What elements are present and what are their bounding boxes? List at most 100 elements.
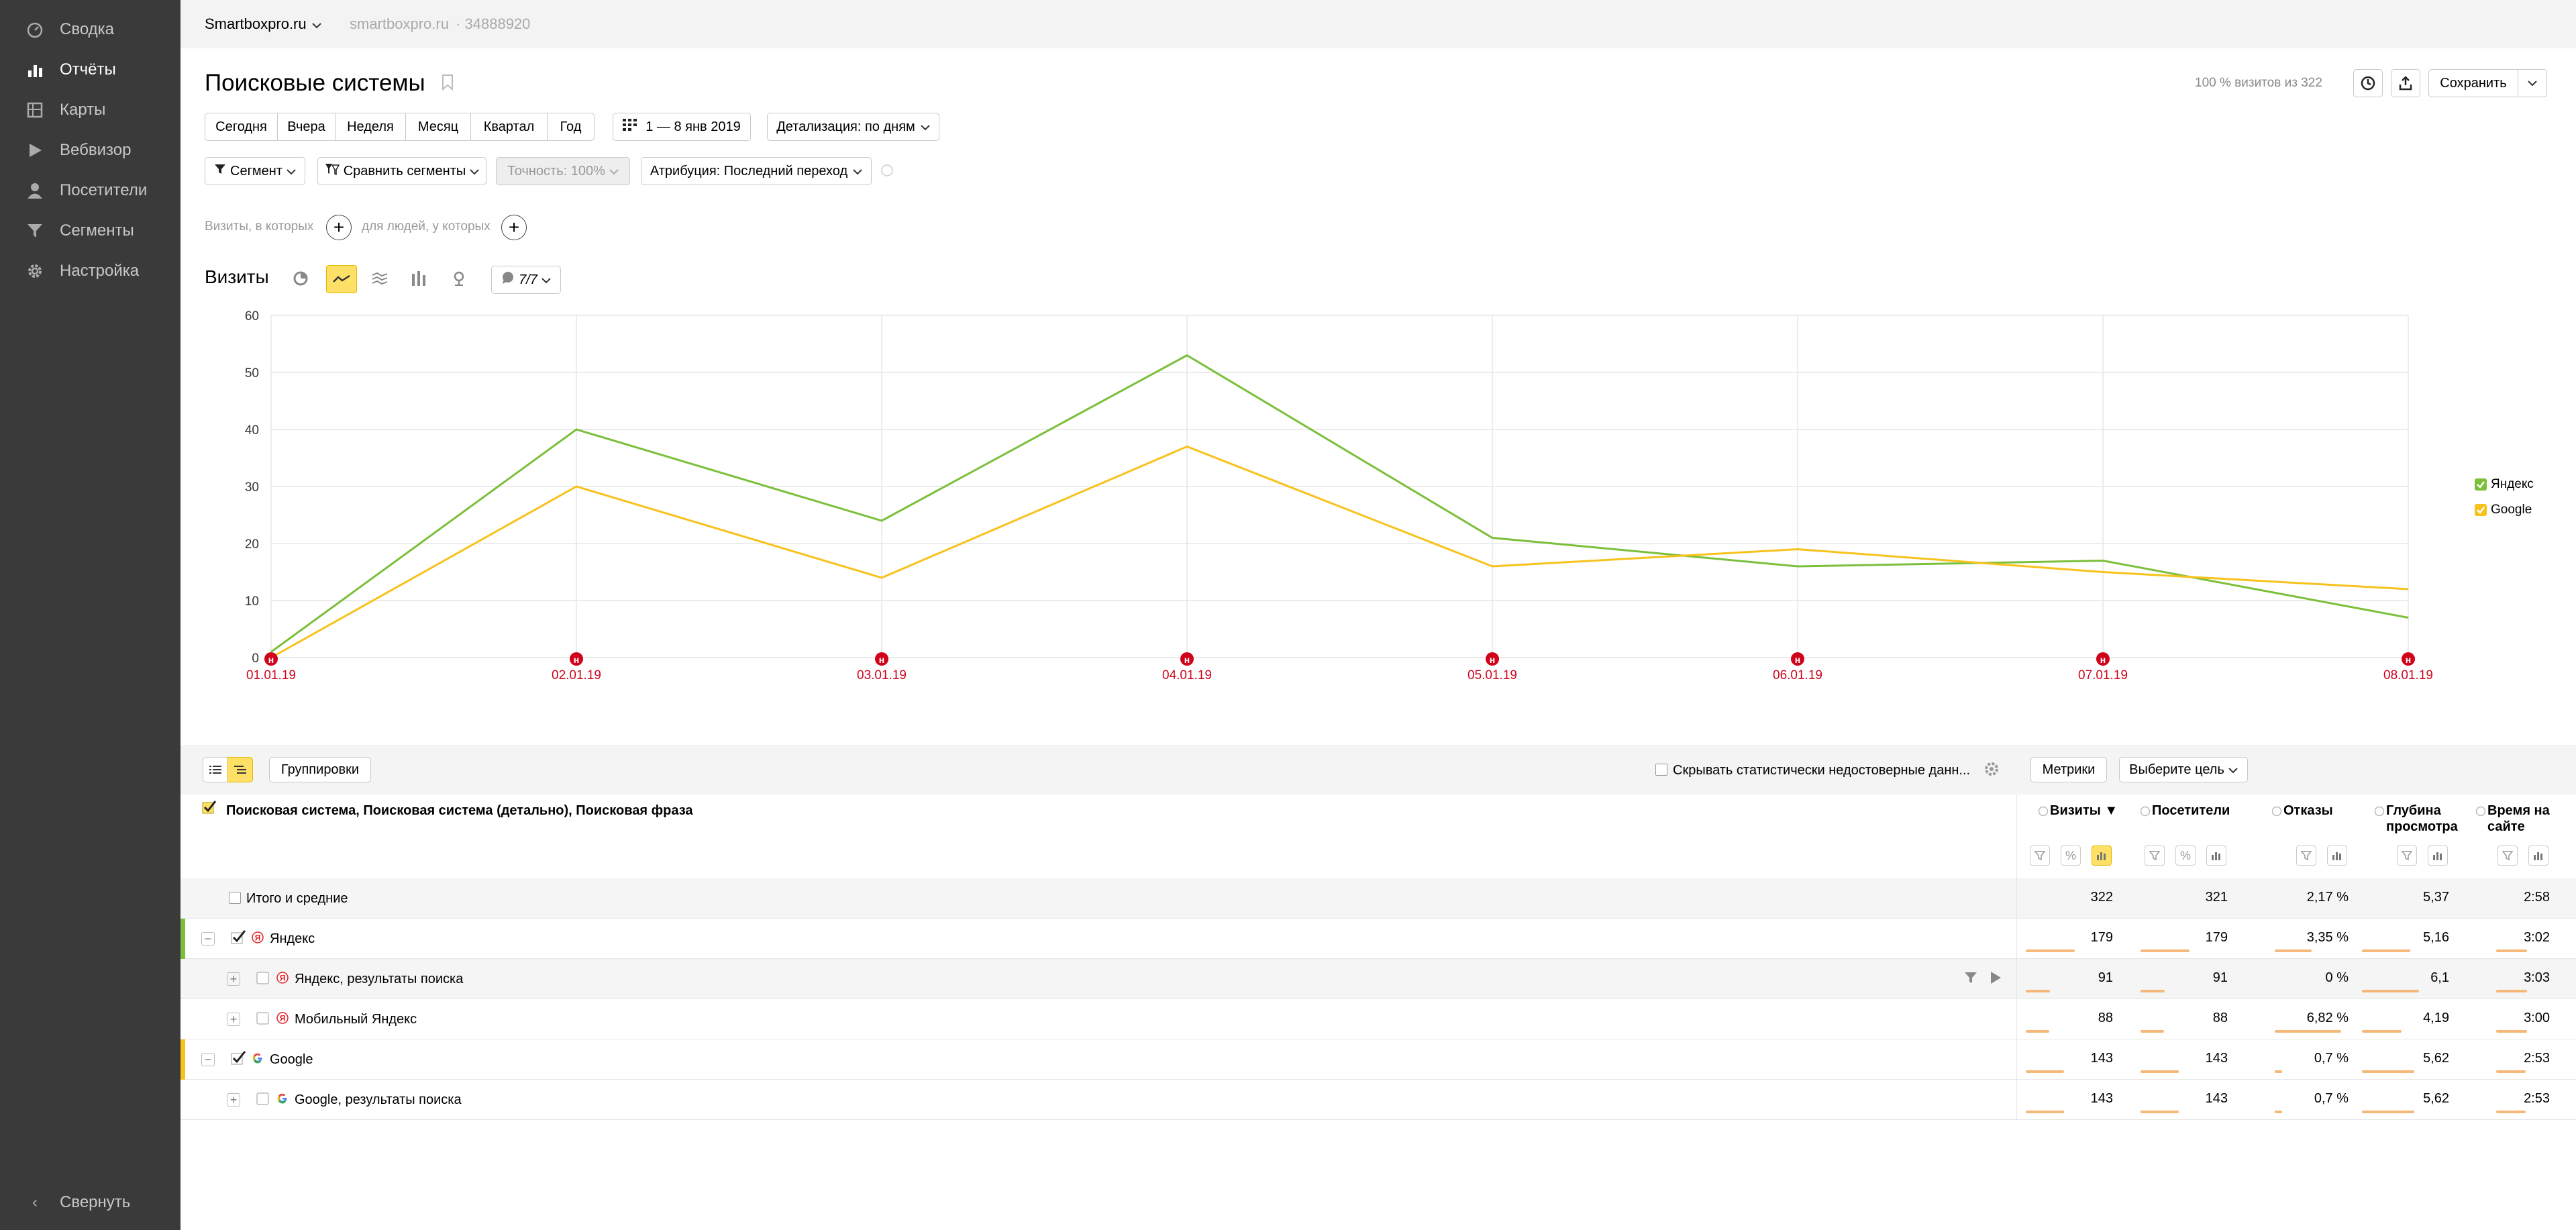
table-row[interactable]: + Я Яндекс, результаты поиска 91 91 0 % 6,1 3:0… (181, 959, 2576, 999)
export-button[interactable] (2391, 69, 2420, 97)
table-row[interactable]: − Я Яндекс 179 179 3,35 % 5,16 3:02 (181, 919, 2576, 959)
save-button[interactable]: Сохранить (2428, 69, 2518, 97)
column-help-icon[interactable] (2475, 805, 2486, 821)
metrics-button[interactable]: Метрики (2030, 757, 2107, 782)
column-header[interactable]: Посетители (2152, 803, 2266, 819)
data-point (1492, 537, 1493, 538)
goal-select[interactable]: Выберите цель (2119, 757, 2248, 782)
save-options-button[interactable] (2518, 69, 2547, 97)
column-bars-icon[interactable] (2428, 845, 2448, 866)
column-bars-icon[interactable] (2528, 845, 2548, 866)
sidebar-item-webvisor[interactable]: Вебвизор (25, 136, 131, 165)
map-pin-type-icon[interactable] (449, 268, 469, 289)
segment-button[interactable]: Сегмент (205, 157, 305, 185)
sidebar-item-settings[interactable]: Настройка (25, 256, 139, 286)
column-header[interactable]: Время на сайте (2487, 803, 2561, 835)
bar-chart-type-icon[interactable] (409, 268, 429, 289)
sidebar-item-visitors[interactable]: Посетители (25, 176, 147, 205)
row-checkbox[interactable] (256, 970, 272, 986)
hide-unreliable-checkbox[interactable] (1655, 764, 1667, 776)
column-percent-icon[interactable]: % (2061, 845, 2081, 866)
row-checkbox[interactable] (229, 892, 241, 904)
column-bars-icon[interactable] (2206, 845, 2226, 866)
compare-label: Сравнить сегменты (343, 163, 466, 178)
expand-row-button[interactable]: + (227, 1013, 240, 1026)
site-name: Smartboxpro.ru (205, 15, 307, 32)
column-help-icon[interactable] (2140, 805, 2151, 821)
column-filter-icon[interactable] (2397, 845, 2417, 866)
sidebar-item-reports[interactable]: Отчёты (25, 55, 116, 85)
metric-cell: 3:00 (2524, 1011, 2550, 1025)
attribution-select[interactable]: Атрибуция: Последний переход (641, 157, 872, 185)
svg-text:Я: Я (280, 1014, 286, 1023)
expand-row-button[interactable]: + (227, 972, 240, 986)
table-settings-gear-icon[interactable] (1983, 760, 2000, 782)
column-filter-icon[interactable] (2030, 845, 2050, 866)
tree-view-button[interactable] (227, 757, 253, 782)
visits-info: 100 % визитов из 322 (2195, 76, 2322, 90)
metric-bar (2496, 990, 2527, 992)
sidebar-item-summary[interactable]: Сводка (25, 15, 114, 44)
column-filter-icon[interactable] (2296, 845, 2316, 866)
groupings-button[interactable]: Группировки (269, 757, 371, 782)
site-selector[interactable]: Smartboxpro.ru (205, 15, 321, 33)
area-chart-type-icon[interactable] (370, 268, 390, 289)
column-bars-icon[interactable] (2327, 845, 2347, 866)
sidebar-collapse-button[interactable]: ‹ Свернуть (25, 1188, 130, 1217)
pie-chart-type-icon[interactable] (291, 268, 311, 289)
column-help-icon[interactable] (2038, 805, 2049, 821)
accuracy-select[interactable]: Точность: 100% (496, 157, 630, 185)
column-filter-icon[interactable] (2145, 845, 2165, 866)
expand-row-button[interactable]: + (227, 1093, 240, 1107)
help-icon[interactable] (880, 164, 894, 181)
column-filter-icon[interactable] (2497, 845, 2518, 866)
column-header[interactable]: Глубина просмотра (2386, 803, 2460, 835)
list-view-button[interactable] (203, 757, 228, 782)
legend-item-google[interactable]: Google (2475, 503, 2532, 517)
chevron-down-icon (542, 272, 551, 288)
date-range-picker[interactable]: 1 — 8 янв 2019 (613, 113, 751, 141)
metric-bar (2026, 1070, 2064, 1073)
add-people-condition-button[interactable]: + (501, 215, 527, 240)
row-checkbox[interactable] (231, 1050, 247, 1066)
period-yesterday[interactable]: Вчера (278, 113, 336, 141)
collapse-row-button[interactable]: − (201, 1053, 215, 1066)
table-row[interactable]: − Google 143 143 0,7 % 5,62 2:53 (181, 1039, 2576, 1080)
legend-checkbox[interactable] (2475, 504, 2487, 516)
period-today[interactable]: Сегодня (205, 113, 278, 141)
detail-select[interactable]: Детализация: по дням (767, 113, 939, 141)
add-visit-condition-button[interactable]: + (326, 215, 352, 240)
line-chart-type-icon[interactable] (326, 265, 357, 293)
legend-checkbox[interactable] (2475, 478, 2487, 491)
period-quarter[interactable]: Квартал (471, 113, 548, 141)
y-tick-label: 10 (245, 595, 259, 609)
compare-segments-button[interactable]: Сравнить сегменты (317, 157, 486, 185)
table-row[interactable]: + Я Мобильный Яндекс 88 88 6,82 % 4,19 3:00 (181, 999, 2576, 1039)
period-year[interactable]: Год (548, 113, 595, 141)
sidebar-item-maps[interactable]: Карты (25, 95, 105, 125)
column-percent-icon[interactable]: % (2175, 845, 2196, 866)
row-checkbox[interactable] (231, 929, 247, 945)
series-selector[interactable]: 7/7 (491, 266, 561, 294)
period-month[interactable]: Месяц (406, 113, 471, 141)
sidebar-item-segments[interactable]: Сегменты (25, 216, 134, 246)
collapse-row-button[interactable]: − (201, 932, 215, 945)
row-play-icon[interactable] (1990, 971, 2002, 988)
filter-icon (25, 221, 45, 241)
row-checkbox[interactable] (256, 1090, 272, 1107)
totals-row[interactable]: Итого и средние 322 321 2,17 % 5,37 2:58 (181, 878, 2576, 919)
row-checkbox[interactable] (256, 1010, 272, 1026)
period-week[interactable]: Неделя (336, 113, 406, 141)
bookmark-icon[interactable] (441, 74, 454, 95)
column-bars-icon[interactable] (2092, 845, 2112, 866)
column-help-icon[interactable] (2374, 805, 2385, 821)
table-row[interactable]: + Google, результаты поиска 143 143 0,7 % 5,6… (181, 1080, 2576, 1120)
metric-cell: 179 (2205, 930, 2228, 945)
metric-cell: 143 (2090, 1051, 2113, 1066)
column-help-icon[interactable] (2271, 805, 2282, 821)
series-color-stripe (181, 1039, 185, 1080)
header-checkbox[interactable] (202, 800, 217, 815)
history-button[interactable] (2353, 69, 2383, 97)
legend-item-yandex[interactable]: Яндекс (2475, 477, 2534, 492)
row-filter-icon[interactable] (1964, 971, 1977, 988)
